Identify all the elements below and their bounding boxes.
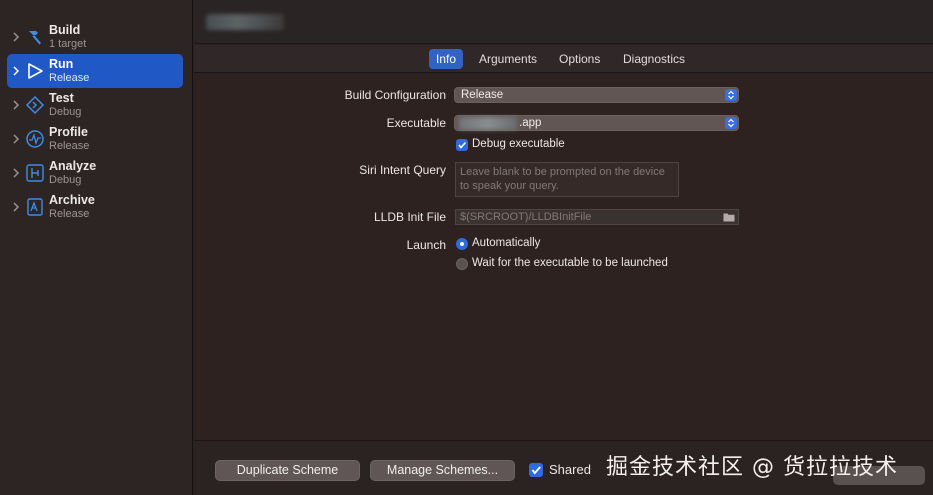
watermark-text: 掘金技术社区 @ 货拉拉技术 [606, 455, 898, 480]
duplicate-scheme-button[interactable]: Duplicate Scheme [215, 460, 360, 481]
siri-intent-query-label: Siri Intent Query [359, 163, 446, 177]
shared-label: Shared [549, 462, 591, 477]
sidebar-item-label: Analyze [49, 159, 97, 173]
play-icon [28, 63, 43, 79]
checkmark-icon [531, 466, 541, 475]
gauge-icon [26, 130, 44, 148]
build-configuration-popup[interactable]: Release [454, 87, 739, 103]
build-configuration-value: Release [461, 89, 504, 101]
tab-info[interactable]: Info [429, 49, 464, 69]
redacted-app-name [459, 117, 517, 130]
chevron-right-icon[interactable] [11, 134, 21, 144]
sidebar-item-sublabel: Release [49, 208, 90, 220]
sidebar-item-sublabel: Release [49, 72, 90, 84]
sidebar-item-sublabel: Debug [49, 174, 82, 186]
launch-automatically-label: Automatically [472, 237, 541, 249]
scheme-tab-bar: Info Arguments Options Diagnostics [194, 45, 933, 73]
popup-stepper-icon [725, 117, 737, 129]
build-configuration-label: Build Configuration [344, 88, 446, 102]
checkmark-icon [458, 141, 467, 149]
sidebar-item-sublabel: Release [49, 140, 90, 152]
launch-label: Launch [406, 238, 446, 252]
analyze-icon [26, 164, 44, 182]
sidebar-item-test[interactable]: Test Debug [7, 88, 183, 122]
diamond-icon [25, 95, 45, 115]
tab-diagnostics[interactable]: Diagnostics [616, 49, 692, 69]
sidebar-item-build[interactable]: Build 1 target [7, 20, 183, 54]
executable-popup[interactable]: .app [454, 115, 739, 131]
info-pane: Build Configuration Release Executable .… [194, 74, 933, 440]
manage-schemes-button[interactable]: Manage Schemes... [370, 460, 515, 481]
sidebar-item-sublabel: 1 target [49, 38, 87, 50]
popup-stepper-icon [725, 89, 737, 101]
folder-icon[interactable] [723, 212, 735, 222]
scheme-bottom-bar: Duplicate Scheme Manage Schemes... Share… [194, 440, 933, 495]
executable-value: .app [519, 117, 542, 129]
sidebar-item-label: Run [49, 57, 74, 71]
launch-wait-label: Wait for the executable to be launched [472, 257, 668, 269]
chevron-right-icon[interactable] [11, 32, 21, 42]
chevron-right-icon[interactable] [11, 202, 21, 212]
lldb-init-file-placeholder: $(SRCROOT)/LLDBInitFile [460, 211, 592, 223]
chevron-right-icon[interactable] [11, 100, 21, 110]
sidebar-item-analyze[interactable]: Analyze Debug [7, 156, 183, 190]
sidebar-item-sublabel: Debug [49, 106, 82, 118]
debug-executable-checkbox[interactable] [456, 139, 468, 151]
launch-automatically-radio[interactable] [456, 238, 468, 250]
debug-executable-label: Debug executable [472, 138, 565, 150]
lldb-init-file-label: LLDB Init File [373, 210, 446, 224]
sidebar-item-label: Profile [49, 125, 88, 139]
hammer-icon [29, 31, 41, 45]
tab-options[interactable]: Options [552, 49, 607, 69]
shared-checkbox[interactable] [529, 463, 543, 477]
siri-intent-query-field[interactable]: Leave blank to be prompted on the device… [455, 162, 679, 197]
chevron-right-icon[interactable] [11, 168, 21, 178]
sidebar-item-archive[interactable]: Archive Release [7, 190, 183, 224]
redacted-scheme-name [206, 14, 284, 30]
scheme-actions-sidebar: Build 1 target Run Release Test Debug Pr… [0, 0, 193, 495]
sidebar-item-label: Build [49, 23, 81, 37]
sidebar-item-profile[interactable]: Profile Release [7, 122, 183, 156]
sidebar-item-label: Test [49, 91, 74, 105]
scheme-title-bar [194, 0, 933, 44]
chevron-right-icon[interactable] [11, 66, 21, 76]
archive-icon [27, 198, 43, 216]
launch-wait-radio[interactable] [456, 258, 468, 270]
sidebar-item-label: Archive [49, 193, 95, 207]
lldb-init-file-field[interactable]: $(SRCROOT)/LLDBInitFile [455, 209, 739, 225]
executable-label: Executable [386, 116, 446, 130]
tab-arguments[interactable]: Arguments [472, 49, 544, 69]
scheme-editor-main: Info Arguments Options Diagnostics Build… [194, 0, 933, 495]
sidebar-item-run[interactable]: Run Release [7, 54, 183, 88]
